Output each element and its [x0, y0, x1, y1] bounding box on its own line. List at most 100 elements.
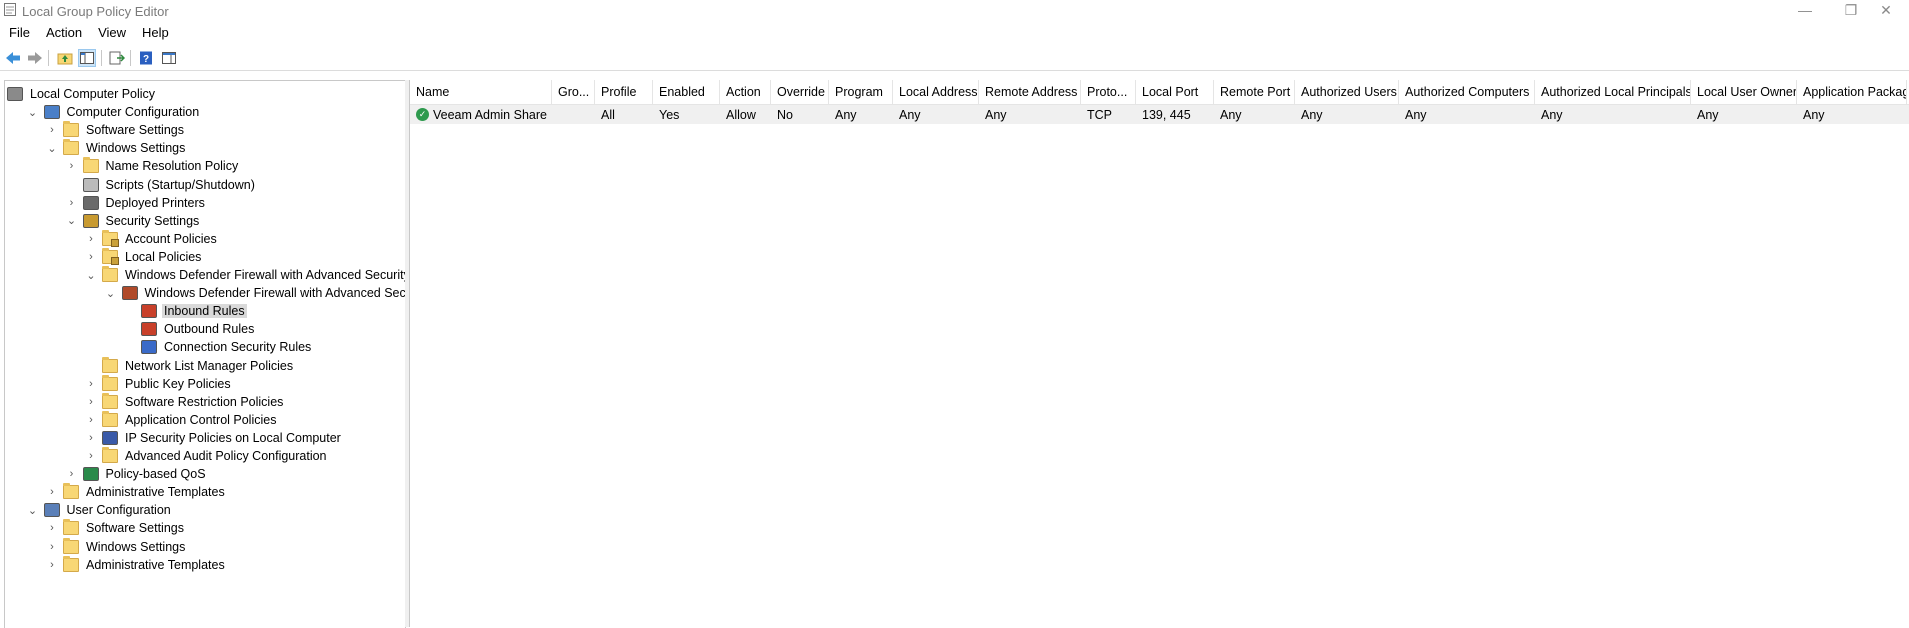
tree-item[interactable]: › Software Settings	[46, 121, 186, 139]
tree-item[interactable]: › Account Policies	[85, 229, 219, 248]
column-header[interactable]: Local Address	[893, 80, 979, 104]
menu-view[interactable]: View	[89, 22, 133, 44]
cell-text: 139, 445	[1142, 107, 1191, 122]
tree-item[interactable]: › Software Settings	[46, 519, 186, 537]
folder-icon	[102, 266, 118, 282]
help-button[interactable]: ?	[137, 49, 155, 67]
tree-item[interactable]: ⌄ Security Settings	[66, 212, 202, 230]
tree-item[interactable]: Scripts (Startup/Shutdown)	[66, 176, 257, 194]
collapse-chevron-icon[interactable]: ⌄	[27, 106, 39, 119]
tree-item-label: IP Security Policies on Local Computer	[125, 430, 341, 445]
tree-item[interactable]: Inbound Rules	[124, 302, 247, 320]
tree-item[interactable]: › IP Security Policies on Local Computer	[85, 429, 343, 447]
cell-text: Any	[1301, 107, 1323, 122]
menu-help[interactable]: Help	[133, 22, 176, 44]
collapse-chevron-icon[interactable]: ⌄	[27, 504, 39, 517]
folder-icon	[63, 519, 79, 536]
tree-item[interactable]: ⌄ Windows Defender Firewall with Advanced…	[85, 266, 406, 284]
column-header[interactable]: Remote Address	[979, 80, 1081, 104]
column-header[interactable]: Authorized Computers	[1399, 80, 1535, 104]
column-header[interactable]: Local User Owner	[1691, 80, 1797, 104]
tree-item[interactable]: › Windows Settings	[46, 537, 187, 556]
cell-text: Veeam Admin Share	[433, 107, 547, 122]
tree-item[interactable]: ⌄ Computer Configuration	[27, 103, 202, 121]
help-icon: ?	[140, 51, 152, 65]
expand-chevron-icon[interactable]: ›	[85, 378, 97, 390]
column-header[interactable]: Authorized Local Principals	[1535, 80, 1691, 104]
collapse-chevron-icon[interactable]: ⌄	[66, 215, 78, 227]
column-header[interactable]: Remote Port	[1214, 80, 1295, 104]
show-hide-tree-icon	[80, 52, 94, 64]
tree-item[interactable]: › Local Policies	[85, 247, 203, 266]
console-tree[interactable]: Local Computer Policy ⌄ Computer Configura…	[4, 80, 406, 628]
expand-chevron-icon[interactable]: ›	[46, 124, 58, 136]
toolbar-separator	[48, 50, 49, 66]
tree-item[interactable]: › Advanced Audit Policy Configuration	[85, 447, 329, 465]
expand-chevron-icon[interactable]: ›	[85, 233, 97, 245]
rules-list-view[interactable]: Name Gro... Profile Enabled Action Override Pr…	[409, 80, 1909, 627]
tree-item[interactable]: › Public Key Policies	[85, 374, 233, 393]
up-one-level-button[interactable]	[56, 49, 74, 67]
tree-item[interactable]: ⌄ User Configuration	[27, 501, 173, 519]
column-header[interactable]: Override	[771, 80, 829, 104]
tree-item[interactable]: ⌄ Windows Defender Firewall with Advanced…	[105, 284, 405, 302]
close-button[interactable]: ✕	[1863, 0, 1909, 20]
column-header[interactable]: Local Port	[1136, 80, 1214, 104]
expand-chevron-icon[interactable]: ›	[66, 197, 78, 209]
tree-item[interactable]: › Deployed Printers	[66, 194, 207, 212]
connection-security-icon	[141, 340, 157, 355]
column-header[interactable]: Name	[410, 80, 552, 104]
tree-item[interactable]: Outbound Rules	[124, 320, 256, 338]
show-hide-tree-button[interactable]	[78, 49, 96, 67]
expand-chevron-icon[interactable]: ›	[46, 541, 58, 553]
collapse-chevron-icon[interactable]: ⌄	[46, 142, 58, 155]
column-header[interactable]: Profile	[595, 80, 653, 104]
tree-item[interactable]: › Administrative Templates	[46, 555, 227, 574]
expand-chevron-icon[interactable]: ›	[85, 414, 97, 426]
back-button[interactable]	[4, 49, 22, 67]
expand-chevron-icon[interactable]: ›	[66, 468, 78, 480]
column-header[interactable]: Proto...	[1081, 80, 1136, 104]
tree-item-label: Windows Defender Firewall with Advanced …	[125, 268, 406, 282]
column-header[interactable]: Application Package	[1797, 80, 1907, 104]
expand-chevron-icon[interactable]: ›	[46, 522, 58, 534]
show-hide-action-pane-button[interactable]	[160, 49, 178, 67]
export-list-button[interactable]	[108, 49, 126, 67]
tree-item-label: Account Policies	[125, 231, 217, 246]
tree-item[interactable]: › Administrative Templates	[46, 483, 227, 501]
expand-chevron-icon[interactable]: ›	[46, 559, 58, 571]
expand-chevron-icon[interactable]: ›	[85, 432, 97, 444]
tree-item[interactable]: Network List Manager Policies	[85, 356, 295, 375]
menu-action[interactable]: Action	[37, 22, 89, 44]
column-header[interactable]: Program	[829, 80, 893, 104]
tree-item[interactable]: › Software Restriction Policies	[85, 392, 285, 411]
tree-item[interactable]: ⌄ Windows Settings	[46, 139, 187, 157]
folder-icon	[102, 410, 118, 427]
cell-text: Allow	[726, 107, 756, 122]
expand-chevron-icon[interactable]: ›	[85, 251, 97, 263]
tree-item[interactable]: › Application Control Policies	[85, 410, 278, 429]
tree-item-label: Administrative Templates	[86, 557, 225, 572]
column-header[interactable]: Enabled	[653, 80, 720, 104]
column-header[interactable]: Authorized Users	[1295, 80, 1399, 104]
collapse-chevron-icon[interactable]: ⌄	[85, 269, 97, 282]
forward-button[interactable]	[26, 49, 44, 67]
column-header[interactable]: Action	[720, 80, 771, 104]
window-title: Local Group Policy Editor	[22, 4, 169, 19]
tree-item[interactable]: Connection Security Rules	[124, 338, 313, 356]
cell-text: Any	[899, 107, 921, 122]
tree-item[interactable]: › Name Resolution Policy	[66, 157, 241, 175]
collapse-chevron-icon[interactable]: ⌄	[105, 287, 117, 300]
tree-item[interactable]: Local Computer Policy	[7, 85, 157, 103]
minimize-button[interactable]: —	[1782, 0, 1828, 20]
tree-item[interactable]: › Policy-based QoS	[66, 465, 208, 483]
firewall-icon	[121, 286, 138, 301]
expand-chevron-icon[interactable]: ›	[46, 486, 58, 498]
tree-item-label: Public Key Policies	[125, 376, 231, 391]
expand-chevron-icon[interactable]: ›	[85, 396, 97, 408]
cell-text: TCP	[1087, 107, 1112, 122]
expand-chevron-icon[interactable]: ›	[85, 450, 97, 462]
expand-chevron-icon[interactable]: ›	[66, 160, 78, 172]
menu-file[interactable]: File	[0, 22, 37, 44]
column-header[interactable]: Gro...	[552, 80, 595, 104]
